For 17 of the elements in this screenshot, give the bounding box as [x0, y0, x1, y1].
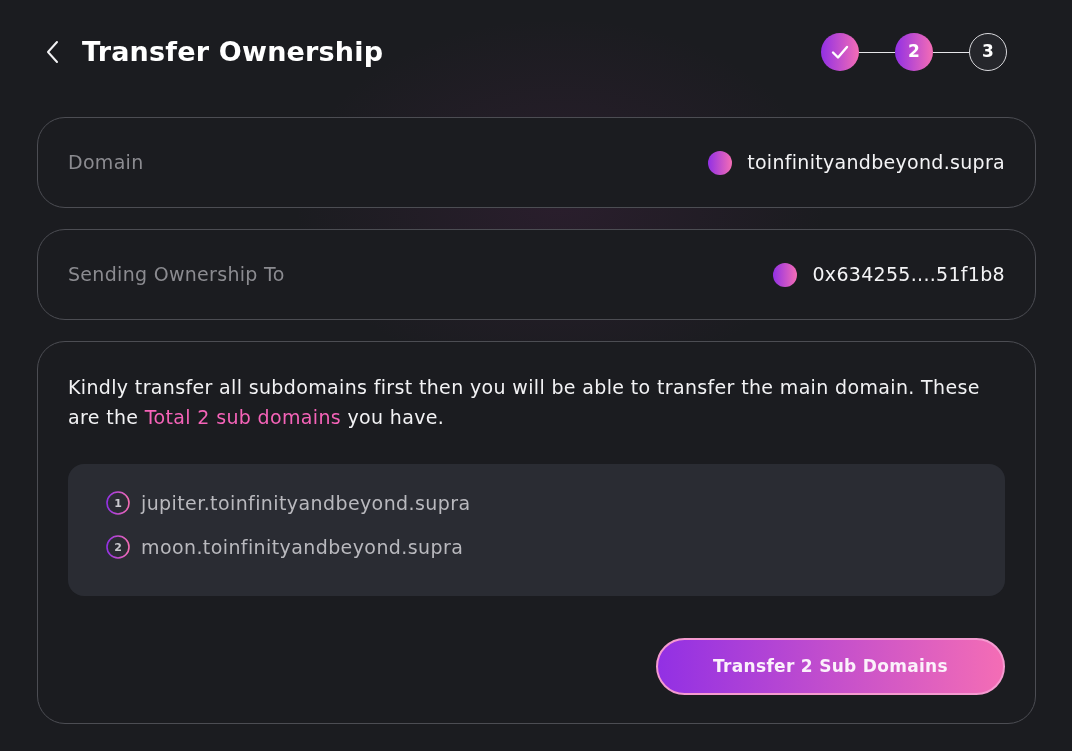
field-value: 0x634255....51f1b8	[812, 262, 1005, 288]
step-indicator: 2	[895, 33, 933, 71]
subdomain-name: jupiter.toinfinityandbeyond.supra	[141, 490, 471, 516]
avatar-dot-icon	[773, 262, 798, 287]
field-label: Sending Ownership To	[68, 262, 285, 288]
back-icon	[45, 39, 61, 65]
step-indicator: 3	[969, 33, 1007, 71]
field-value: toinfinityandbeyond.supra	[747, 150, 1005, 176]
back-button[interactable]	[45, 39, 61, 65]
number-badge: 1	[106, 491, 130, 515]
notice-text: Kindly transfer all subdomains first then you will be able to transfer the main domain. These are the Total 2 sub domains you have.	[68, 375, 981, 430]
field-label: Domain	[68, 150, 144, 176]
transfer-button[interactable]: Transfer 2 Sub Domains	[656, 638, 1005, 695]
subdomain-name: moon.toinfinityandbeyond.supra	[141, 534, 464, 560]
page-title: Transfer Ownership	[82, 35, 384, 69]
number-badge: 2	[106, 535, 130, 559]
avatar-dot-icon	[708, 150, 733, 175]
